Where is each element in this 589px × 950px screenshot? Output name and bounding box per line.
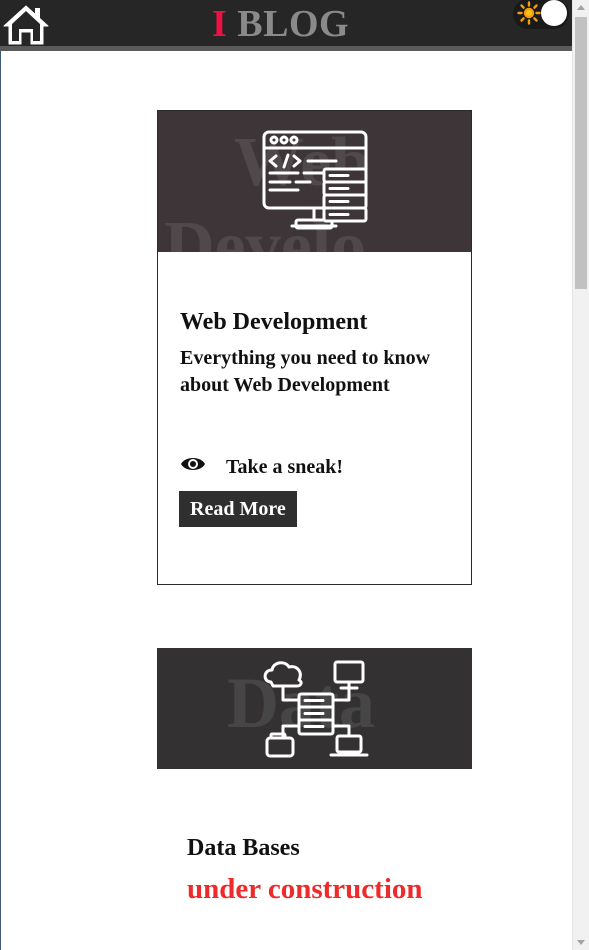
vertical-scrollbar[interactable] [572,0,589,950]
post-title: Web Development [180,309,368,335]
scrollbar-thumb[interactable] [575,17,587,289]
post-banner-data-bases: Data [157,648,472,769]
post-status: under construction [187,873,423,905]
window-edge [0,0,1,950]
logo-word: BLOG [237,3,350,45]
post-description: Everything you need to know about Web De… [180,347,431,396]
scroll-up-arrow-icon[interactable] [577,5,585,10]
theme-toggle[interactable] [513,0,569,29]
top-navbar: I BLOG [0,0,572,46]
home-button[interactable] [2,3,50,47]
post-title: Data Bases [187,835,300,861]
logo-accent-letter: I [212,3,228,45]
site-logo[interactable]: I BLOG [212,2,349,46]
web-code-server-icon [262,130,368,230]
toggle-knob [541,0,567,26]
read-more-button[interactable]: Read More [179,491,297,527]
cloud-database-network-icon [263,660,369,758]
sneak-peek[interactable]: Take a sneak! [180,453,380,481]
home-icon [3,5,49,45]
sneak-label: Take a sneak! [226,456,344,478]
navbar-underline [0,46,572,51]
scroll-down-arrow-icon[interactable] [577,940,585,945]
post-banner: Web Develo [158,111,471,252]
sun-icon [517,1,541,25]
post-card-web-development: Web Develo Web Development Everything yo… [157,110,472,585]
eye-icon [181,458,205,470]
